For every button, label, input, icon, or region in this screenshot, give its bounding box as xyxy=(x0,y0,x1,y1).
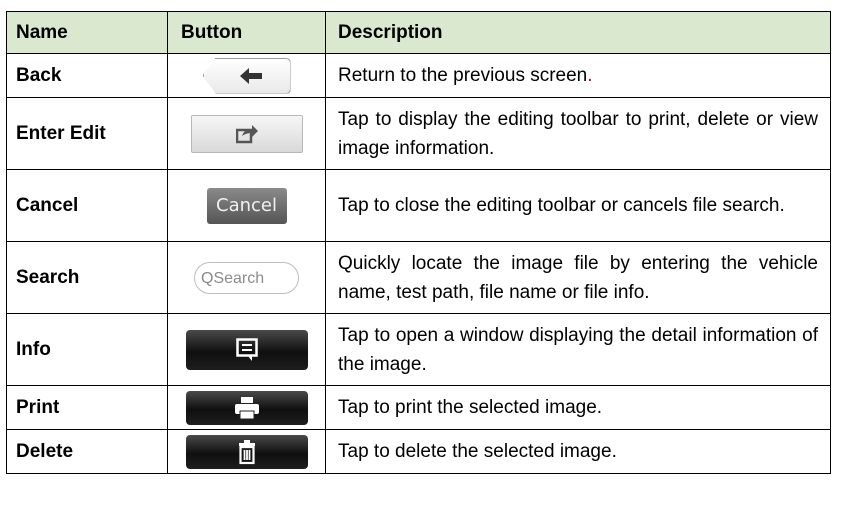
row-name-enter-edit: Enter Edit xyxy=(6,97,168,170)
enter-edit-button-cell xyxy=(167,97,326,170)
table-row: Enter Edit Tap to display the editing to… xyxy=(6,97,831,170)
row-desc-back: Return to the previous screen. xyxy=(325,53,831,98)
print-button[interactable] xyxy=(185,390,308,425)
header-description: Description xyxy=(325,11,831,54)
cancel-button[interactable]: Cancel xyxy=(206,187,287,224)
back-arrow-icon xyxy=(239,67,262,84)
table-row: Back Return to the previous screen. xyxy=(6,53,831,98)
table-row: Cancel Cancel Tap to close the editing t… xyxy=(6,169,831,242)
delete-button[interactable] xyxy=(185,434,308,469)
table-row: Info Tap to open a window displaying the… xyxy=(6,313,831,386)
row-name-delete: Delete xyxy=(6,429,168,474)
row-name-search: Search xyxy=(6,241,168,314)
row-desc-enter-edit: Tap to display the editing toolbar to pr… xyxy=(325,97,831,170)
search-placeholder: Search xyxy=(213,269,265,287)
table-row: Delete Tap to delete the selected image. xyxy=(6,429,831,474)
printer-icon xyxy=(234,396,259,419)
table-row: Print Tap to print the selected image. xyxy=(6,385,831,430)
search-input[interactable]: QSearch xyxy=(194,261,299,294)
row-desc-print: Tap to print the selected image. xyxy=(325,385,831,430)
back-button[interactable] xyxy=(202,57,291,94)
info-button[interactable] xyxy=(185,329,308,370)
row-name-print: Print xyxy=(6,385,168,430)
trash-can-icon xyxy=(238,439,255,464)
row-desc-info: Tap to open a window displaying the deta… xyxy=(325,313,831,386)
search-icon: Q xyxy=(201,269,214,287)
header-name: Name xyxy=(6,11,168,54)
table-row: Search QSearch Quickly locate the image … xyxy=(6,241,831,314)
button-description-table: Name Button Description Back Return to t… xyxy=(6,11,831,474)
row-name-info: Info xyxy=(6,313,168,386)
delete-button-cell xyxy=(167,429,326,474)
share-edit-icon xyxy=(235,124,258,143)
back-button-cell xyxy=(167,53,326,98)
enter-edit-button[interactable] xyxy=(190,114,303,153)
cancel-button-cell: Cancel xyxy=(167,169,326,242)
info-message-icon xyxy=(235,337,258,361)
search-field-cell: QSearch xyxy=(167,241,326,314)
header-button: Button xyxy=(167,11,326,54)
row-desc-cancel: Tap to close the editing toolbar or canc… xyxy=(325,169,831,242)
info-button-cell xyxy=(167,313,326,386)
row-desc-delete: Tap to delete the selected image. xyxy=(325,429,831,474)
header-row: Name Button Description xyxy=(6,11,831,54)
row-name-back: Back xyxy=(6,53,168,98)
row-name-cancel: Cancel xyxy=(6,169,168,242)
row-desc-search: Quickly locate the image file by enterin… xyxy=(325,241,831,314)
print-button-cell xyxy=(167,385,326,430)
